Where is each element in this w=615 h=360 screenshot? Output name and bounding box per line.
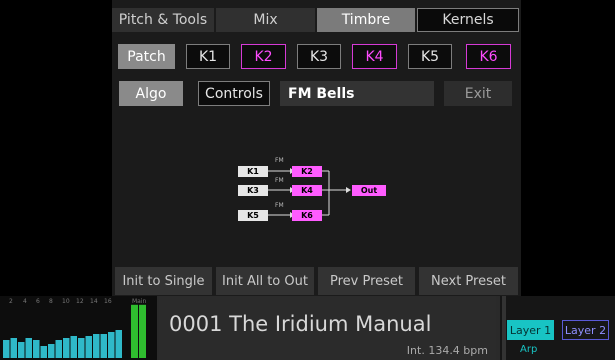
diagram-node-k1: K1 xyxy=(238,166,268,177)
layer2-button[interactable]: Layer 2 xyxy=(562,320,609,340)
fm-label: FM xyxy=(275,177,284,184)
meter-channel-bar xyxy=(3,340,10,358)
meter-channel-bar xyxy=(48,344,55,358)
meter-channel-bar xyxy=(85,336,92,358)
layer-divider xyxy=(502,296,506,360)
meter-channel-bar xyxy=(115,330,122,358)
meter-main-bar xyxy=(131,304,138,358)
meter-channel-bar xyxy=(18,342,25,358)
diagram-node-k4: K4 xyxy=(292,185,322,196)
meter-channel-bar xyxy=(70,336,77,358)
status-bar: 2 4 6 8 10 12 14 16 Main 0001 The Iridium Manual… xyxy=(0,296,615,360)
diagram-output-node: Out xyxy=(352,185,386,196)
layer-panel: Layer 1 Layer 2 Arp xyxy=(500,296,615,360)
preset-title: 0001 The Iridium Manual xyxy=(169,312,432,336)
meter-channel-bar xyxy=(55,340,62,358)
meter-channel-bar xyxy=(78,338,85,358)
arp-label[interactable]: Arp xyxy=(520,344,537,355)
diagram-node-k6: K6 xyxy=(292,210,322,221)
init-all-to-out-button[interactable]: Init All to Out xyxy=(216,267,314,295)
meter-channel-bar xyxy=(93,334,100,358)
meter-channel-bar xyxy=(33,340,40,358)
next-preset-button[interactable]: Next Preset xyxy=(419,267,518,295)
meter-channel-bar xyxy=(40,346,47,358)
diagram-node-k2: K2 xyxy=(292,166,322,177)
meter-main-bar xyxy=(139,304,146,358)
meter-channel-bar xyxy=(63,338,70,358)
prev-preset-button[interactable]: Prev Preset xyxy=(318,267,415,295)
meter-channel-bar xyxy=(108,332,115,358)
init-to-single-button[interactable]: Init to Single xyxy=(115,267,212,295)
level-meter: 2 4 6 8 10 12 14 16 Main xyxy=(0,296,157,360)
meter-bars xyxy=(3,304,146,358)
diagram-node-k3: K3 xyxy=(238,185,268,196)
tempo-readout[interactable]: Int. 134.4 bpm xyxy=(407,344,488,357)
fm-label: FM xyxy=(275,157,284,164)
meter-channel-bar xyxy=(100,334,107,358)
fm-label: FM xyxy=(275,202,284,209)
meter-channel-bar xyxy=(25,338,32,358)
diagram-node-k5: K5 xyxy=(238,210,268,221)
meter-channel-bar xyxy=(10,338,17,358)
preset-display: 0001 The Iridium Manual Int. 134.4 bpm xyxy=(159,296,496,360)
layer1-button[interactable]: Layer 1 xyxy=(507,320,554,340)
